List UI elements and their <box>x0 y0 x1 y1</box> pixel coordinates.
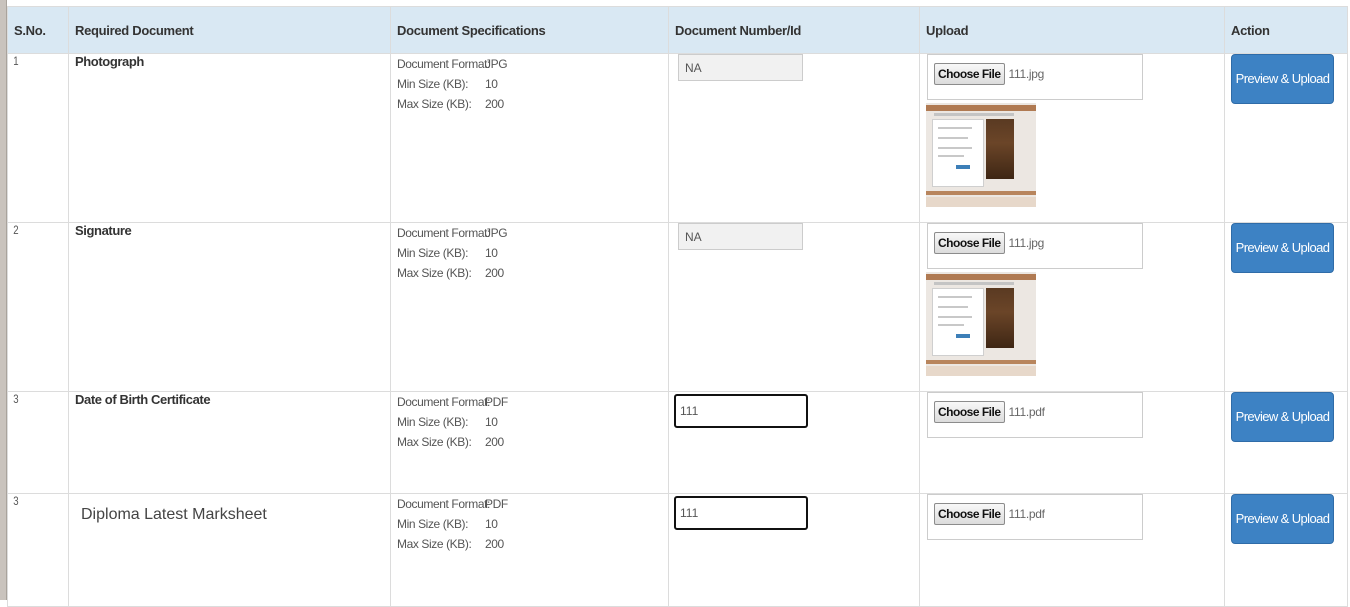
spec-min-value: 10 <box>485 77 498 91</box>
spec-max-value: 200 <box>485 97 504 111</box>
row-specifications: Document Format: PDF Min Size (KB): 10 Max… <box>390 493 669 607</box>
row-specifications: Document Format: PDF Min Size (KB): 10 Max… <box>390 391 669 494</box>
row-sno: 3 <box>7 391 57 494</box>
document-upload-table: S.No. Required Document Document Specifi… <box>7 6 1348 607</box>
document-number-input[interactable] <box>674 496 808 530</box>
row-sno: 3 <box>7 493 57 607</box>
row-specifications: Document Format: JPG Min Size (KB): 10 Max… <box>390 222 669 392</box>
table-row: 3 Diploma Latest Marksheet Document Form… <box>7 493 1348 607</box>
spec-min-label: Min Size (KB): <box>397 246 469 260</box>
table-header-row: S.No. Required Document Document Specifi… <box>7 6 1348 54</box>
spec-max-label: Max Size (KB): <box>397 435 472 449</box>
spec-max-label: Max Size (KB): <box>397 537 472 551</box>
upload-preview-thumbnail <box>926 272 1036 376</box>
document-number-input[interactable] <box>674 394 808 428</box>
spec-min-value: 10 <box>485 415 498 429</box>
spec-format-value: PDF <box>485 395 508 409</box>
header-action: Action <box>1224 6 1348 54</box>
spec-format-label: Document Format: <box>397 226 490 240</box>
file-name: 111.pdf <box>1008 405 1045 419</box>
choose-file-button[interactable]: Choose File <box>934 503 1005 525</box>
row-document-name: Diploma Latest Marksheet <box>68 493 391 607</box>
file-name: 111.pdf <box>1008 507 1045 521</box>
row-document-name: Date of Birth Certificate <box>68 391 391 494</box>
spec-max-value: 200 <box>485 435 504 449</box>
spec-format-label: Document Format: <box>397 497 490 511</box>
spec-min-label: Min Size (KB): <box>397 517 469 531</box>
spec-format-value: JPG <box>485 226 508 240</box>
spec-max-value: 200 <box>485 266 504 280</box>
spec-min-label: Min Size (KB): <box>397 415 469 429</box>
row-document-name: Photograph <box>68 53 391 223</box>
header-document-number: Document Number/Id <box>668 6 920 54</box>
header-document-specifications: Document Specifications <box>390 6 669 54</box>
preview-upload-button[interactable]: Preview & Upload <box>1231 392 1334 442</box>
spec-max-label: Max Size (KB): <box>397 266 472 280</box>
table-row: 2 Signature Document Format: JPG Min Size… <box>7 222 1348 392</box>
choose-file-button[interactable]: Choose File <box>934 232 1005 254</box>
table-row: 1 Photograph Document Format: JPG Min Siz… <box>7 53 1348 223</box>
preview-upload-button[interactable]: Preview & Upload <box>1231 223 1334 273</box>
row-sno: 2 <box>7 222 57 392</box>
upload-preview-thumbnail <box>926 103 1036 207</box>
spec-format-value: PDF <box>485 497 508 511</box>
spec-format-value: JPG <box>485 57 508 71</box>
file-input[interactable]: Choose File 111.pdf <box>927 392 1143 438</box>
spec-max-value: 200 <box>485 537 504 551</box>
row-sno: 1 <box>7 53 57 223</box>
header-sno: S.No. <box>7 6 69 54</box>
document-number-input[interactable] <box>678 223 803 250</box>
window-edge <box>0 0 7 600</box>
header-upload: Upload <box>919 6 1225 54</box>
row-document-name: Signature <box>68 222 391 392</box>
file-name: 111.jpg <box>1008 67 1045 81</box>
choose-file-button[interactable]: Choose File <box>934 63 1005 85</box>
spec-min-label: Min Size (KB): <box>397 77 469 91</box>
file-input[interactable]: Choose File 111.pdf <box>927 494 1143 540</box>
file-name: 111.jpg <box>1008 236 1045 250</box>
file-input[interactable]: Choose File 111.jpg <box>927 223 1143 269</box>
preview-upload-button[interactable]: Preview & Upload <box>1231 494 1334 544</box>
spec-min-value: 10 <box>485 517 498 531</box>
spec-max-label: Max Size (KB): <box>397 97 472 111</box>
table-row: 3 Date of Birth Certificate Document For… <box>7 391 1348 494</box>
row-specifications: Document Format: JPG Min Size (KB): 10 Max… <box>390 53 669 223</box>
header-required-document: Required Document <box>68 6 391 54</box>
spec-format-label: Document Format: <box>397 395 490 409</box>
choose-file-button[interactable]: Choose File <box>934 401 1005 423</box>
spec-format-label: Document Format: <box>397 57 490 71</box>
file-input[interactable]: Choose File 111.jpg <box>927 54 1143 100</box>
document-number-input[interactable] <box>678 54 803 81</box>
spec-min-value: 10 <box>485 246 498 260</box>
preview-upload-button[interactable]: Preview & Upload <box>1231 54 1334 104</box>
